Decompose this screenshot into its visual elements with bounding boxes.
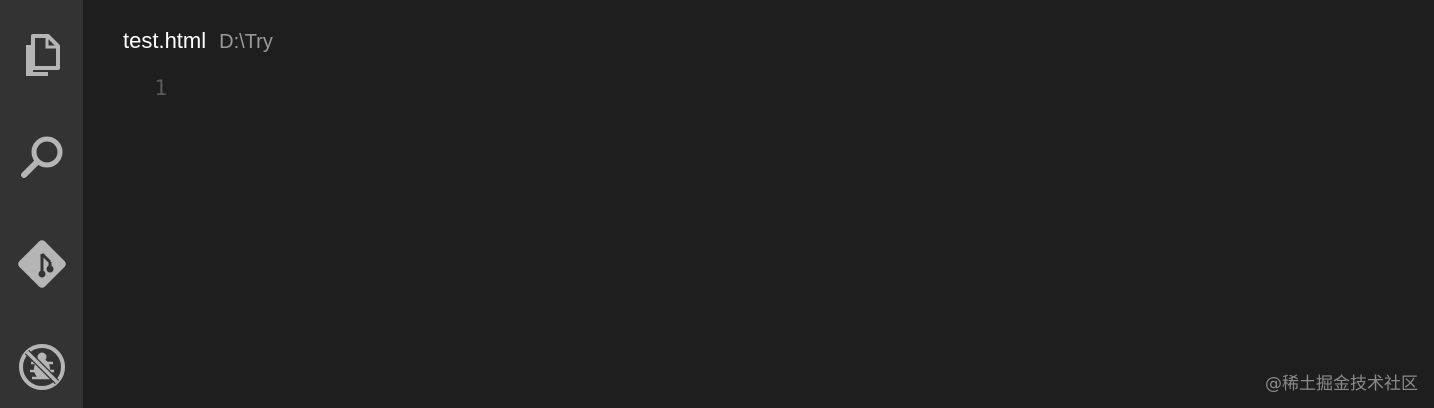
editor-title: test.html D:\Try (123, 28, 273, 54)
search-button[interactable] (0, 123, 83, 193)
explorer-button[interactable] (0, 21, 83, 91)
line-content[interactable] (183, 72, 1434, 104)
source-control-button[interactable] (0, 229, 83, 299)
app-window: test.html D:\Try 1 @稀土掘金技术社区 (0, 0, 1434, 408)
search-icon (20, 136, 62, 178)
file-path: D:\Try (219, 31, 273, 53)
git-icon (17, 240, 66, 288)
debug-button[interactable] (0, 332, 83, 402)
debug-icon (18, 344, 65, 390)
editor: test.html D:\Try 1 @稀土掘金技术社区 (83, 0, 1434, 408)
files-icon (25, 34, 60, 76)
code-area[interactable]: 1 (83, 72, 1434, 104)
activity-bar (0, 0, 83, 408)
file-name[interactable]: test.html (123, 28, 206, 54)
line-number: 1 (154, 76, 167, 100)
watermark: @稀土掘金技术社区 (1265, 374, 1418, 394)
code-line[interactable]: 1 (83, 72, 1434, 104)
